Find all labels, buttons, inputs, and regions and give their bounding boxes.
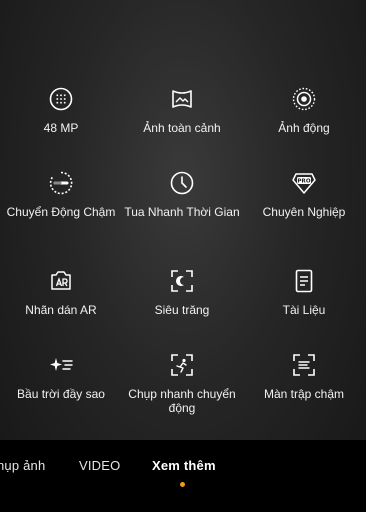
mode-document[interactable]: Tài Liệu bbox=[244, 268, 364, 317]
super-moon-icon bbox=[169, 268, 195, 294]
mode-label: Chụp nhanh chuyển động bbox=[128, 387, 236, 415]
active-tab-indicator bbox=[180, 482, 185, 487]
document-icon bbox=[291, 268, 317, 294]
mode-label: Ảnh toàn cảnh bbox=[143, 121, 221, 135]
tab-more[interactable]: Xem thêm bbox=[152, 458, 216, 473]
mode-starry-sky[interactable]: Bầu trời đầy sao bbox=[1, 352, 121, 401]
mode-label: Bầu trời đầy sao bbox=[17, 387, 105, 401]
mode-live-photo[interactable]: Ảnh động bbox=[244, 86, 364, 135]
mode-slow-shutter[interactable]: Màn trập chậm bbox=[244, 352, 364, 401]
mode-label: Ảnh động bbox=[278, 121, 330, 135]
camera-modes-grid: 48 MP Ảnh toàn cảnh Ảnh động Chuyển Động… bbox=[0, 0, 366, 440]
mode-motion-snap[interactable]: Chụp nhanh chuyển động bbox=[122, 352, 242, 415]
mode-label: Chuyên Nghiệp bbox=[262, 205, 346, 219]
mode-label: Chuyển Động Chậm bbox=[6, 205, 116, 219]
pro-badge: PRO bbox=[297, 179, 310, 185]
mode-panorama[interactable]: Ảnh toàn cảnh bbox=[122, 86, 242, 135]
mode-pro[interactable]: PRO Chuyên Nghiệp bbox=[244, 170, 364, 219]
ar-sticker-icon bbox=[48, 268, 74, 294]
live-photo-icon bbox=[291, 86, 317, 112]
starry-sky-icon bbox=[48, 352, 74, 378]
motion-snap-icon bbox=[169, 352, 195, 378]
mode-48mp[interactable]: 48 MP bbox=[1, 86, 121, 135]
slow-shutter-icon bbox=[291, 352, 317, 378]
timelapse-icon bbox=[169, 170, 195, 196]
mode-label: Siêu trăng bbox=[154, 303, 210, 317]
tab-video[interactable]: VIDEO bbox=[79, 458, 120, 473]
mode-label: Nhãn dán AR bbox=[25, 303, 97, 317]
slow-motion-icon bbox=[48, 170, 74, 196]
mode-label: Màn trập chậm bbox=[263, 387, 345, 401]
mode-label: 48 MP bbox=[43, 121, 79, 135]
mode-timelapse[interactable]: Tua Nhanh Thời Gian bbox=[122, 170, 242, 219]
mode-label: Tua Nhanh Thời Gian bbox=[124, 205, 240, 219]
mode-ar-sticker[interactable]: Nhãn dán AR bbox=[1, 268, 121, 317]
mode-label: Tài Liệu bbox=[282, 303, 326, 317]
panorama-icon bbox=[169, 86, 195, 112]
tab-photo[interactable]: hụp ảnh bbox=[0, 458, 45, 473]
mode-super-moon[interactable]: Siêu trăng bbox=[122, 268, 242, 317]
mode-tab-bar: hụp ảnh VIDEO Xem thêm bbox=[0, 440, 366, 512]
mode-slow-motion[interactable]: Chuyển Động Chậm bbox=[1, 170, 121, 219]
pro-mode-icon: PRO bbox=[291, 170, 317, 196]
megapixel-icon bbox=[48, 86, 74, 112]
